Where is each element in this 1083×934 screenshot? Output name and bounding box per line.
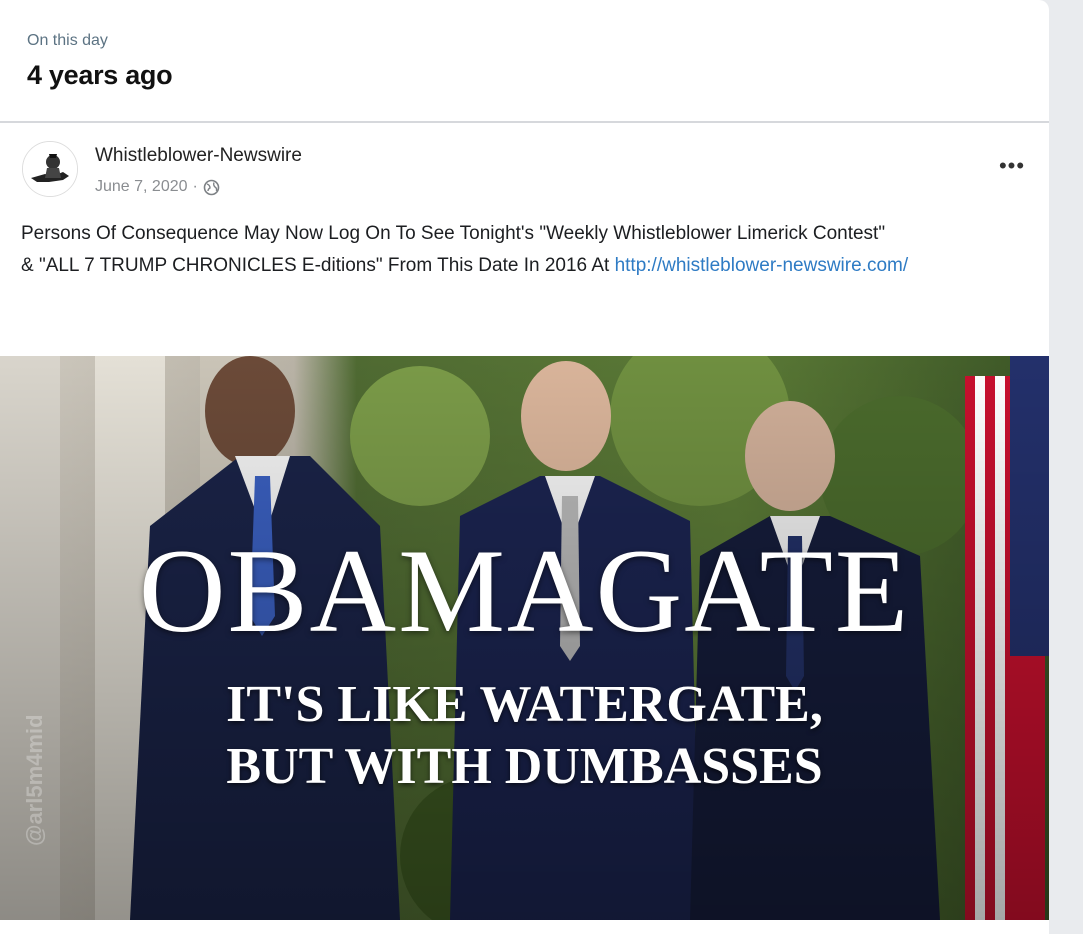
meme-caption: IT'S LIKE WATERGATE, BUT WITH DUMBASSES	[0, 674, 1049, 798]
globe-icon	[203, 179, 220, 196]
meme-caption-line1: IT'S LIKE WATERGATE,	[226, 676, 823, 733]
memory-card: On this day 4 years ago Whistleblower-Ne…	[0, 0, 1049, 934]
post-date[interactable]: June 7, 2020	[95, 178, 188, 196]
more-options-button[interactable]: •••	[992, 155, 1032, 185]
post-link[interactable]: http://whistleblower-newswire.com/	[615, 255, 909, 276]
meme-caption-line2: BUT WITH DUMBASSES	[226, 738, 823, 795]
image-watermark: @arl5m4mid	[22, 714, 47, 846]
post-header: Whistleblower-Newswire June 7, 2020 · ••…	[22, 141, 1032, 205]
divider	[0, 121, 1049, 123]
memory-header: On this day 4 years ago	[27, 30, 173, 91]
card-bottom	[0, 920, 1049, 934]
post-text-line1: Persons Of Consequence May Now Log On To…	[21, 223, 886, 244]
meta-separator: ·	[192, 178, 198, 195]
post-text: Persons Of Consequence May Now Log On To…	[21, 218, 1021, 282]
avatar-image	[23, 142, 77, 196]
post-text-line2: & "ALL 7 TRUMP CHRONICLES E-ditions" Fro…	[21, 255, 615, 276]
post-author[interactable]: Whistleblower-Newswire	[95, 145, 302, 167]
post-image[interactable]: OBAMAGATE IT'S LIKE WATERGATE, BUT WITH …	[0, 356, 1049, 920]
memory-subtitle: On this day	[27, 32, 108, 49]
avatar[interactable]	[22, 141, 78, 197]
post-meta: June 7, 2020 ·	[95, 178, 220, 196]
meme-headline: OBAMAGATE	[138, 524, 911, 657]
memory-title: 4 years ago	[27, 60, 173, 90]
